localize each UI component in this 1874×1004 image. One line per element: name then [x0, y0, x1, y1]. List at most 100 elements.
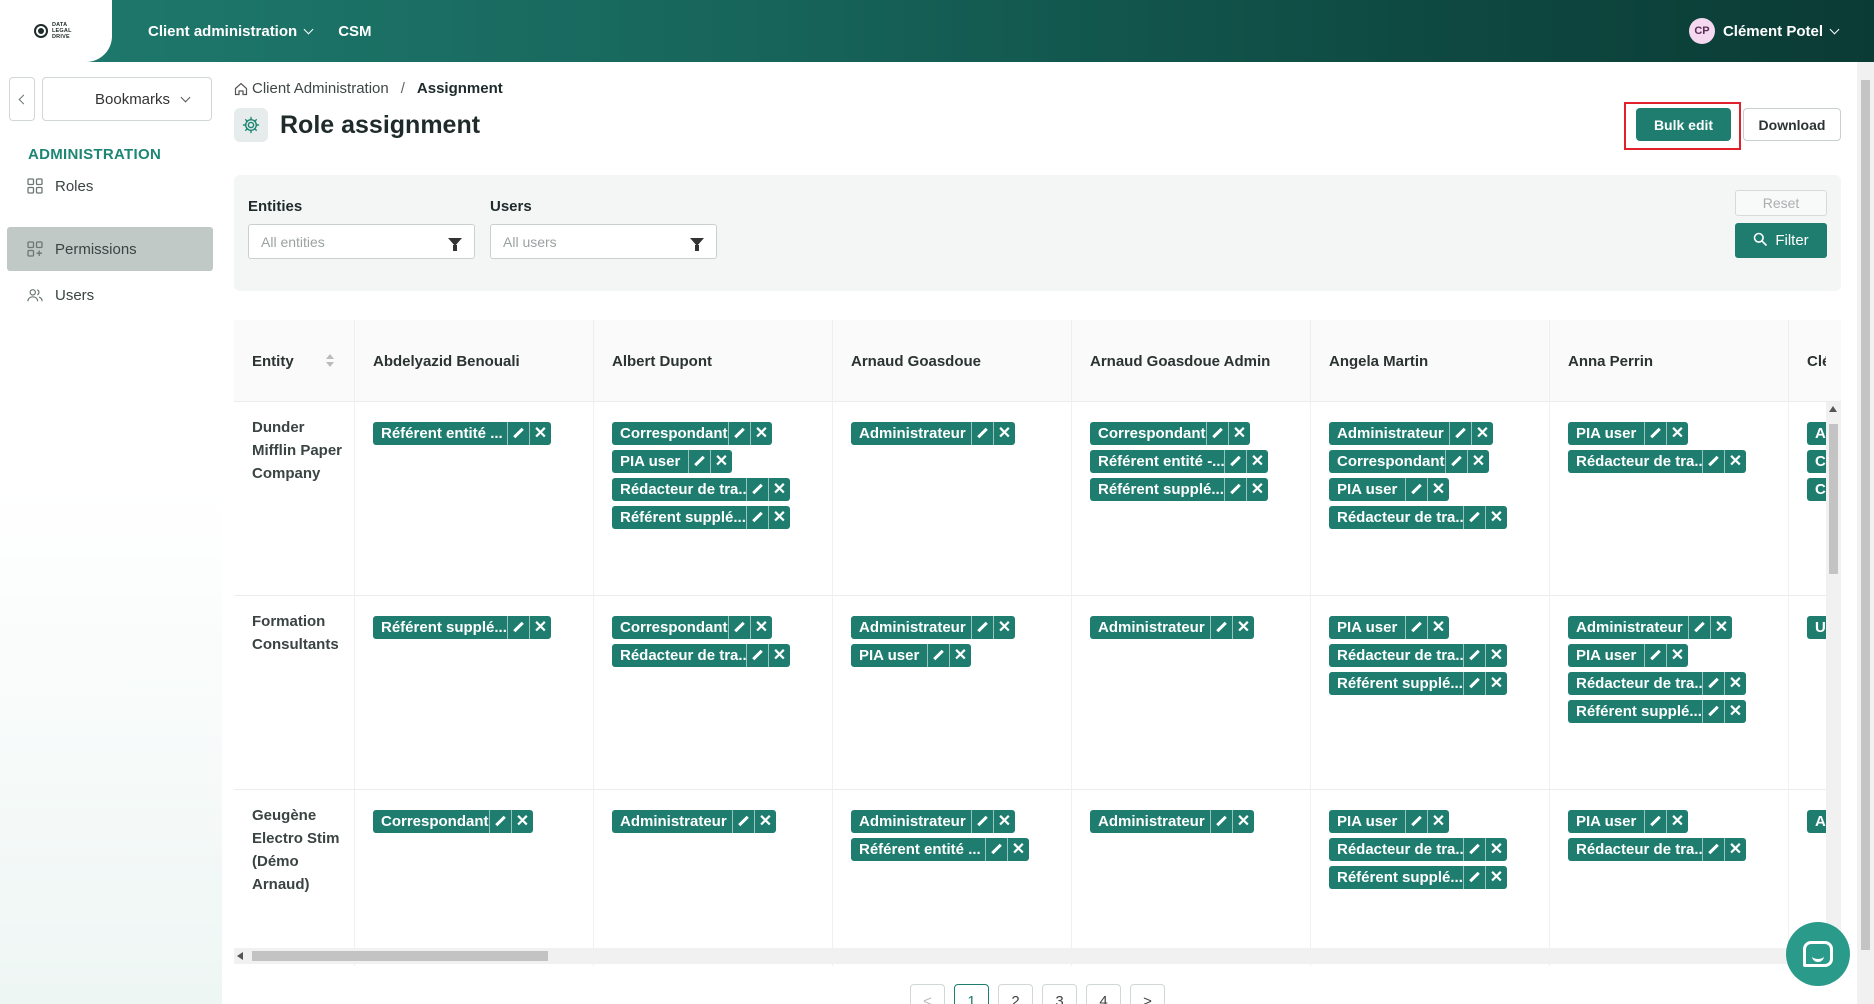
- remove-role-button[interactable]: ✕: [768, 506, 790, 529]
- edit-role-button[interactable]: [1702, 450, 1724, 473]
- pagination-page[interactable]: 1: [954, 984, 989, 1004]
- logo[interactable]: DATA LEGAL DRIVE: [0, 0, 112, 62]
- remove-role-button[interactable]: ✕: [710, 450, 732, 473]
- page-vertical-scrollbar[interactable]: [1857, 62, 1874, 1004]
- edit-role-button[interactable]: [1224, 478, 1246, 501]
- remove-role-button[interactable]: ✕: [1232, 810, 1254, 833]
- edit-role-button[interactable]: [688, 450, 710, 473]
- nav-client-administration[interactable]: Client administration: [148, 23, 314, 40]
- reset-button[interactable]: Reset: [1735, 190, 1827, 216]
- edit-role-button[interactable]: [1688, 616, 1710, 639]
- edit-role-button[interactable]: [1644, 644, 1666, 667]
- edit-role-button[interactable]: [728, 616, 750, 639]
- remove-role-button[interactable]: ✕: [768, 478, 790, 501]
- remove-role-button[interactable]: ✕: [1485, 644, 1507, 667]
- pagination-page[interactable]: 2: [998, 984, 1033, 1004]
- remove-role-button[interactable]: ✕: [1666, 810, 1688, 833]
- edit-role-button[interactable]: [507, 422, 529, 445]
- edit-role-button[interactable]: [971, 810, 993, 833]
- edit-role-button[interactable]: [1210, 810, 1232, 833]
- edit-role-button[interactable]: [1644, 810, 1666, 833]
- remove-role-button[interactable]: ✕: [1467, 450, 1489, 473]
- download-button[interactable]: Download: [1743, 108, 1841, 141]
- remove-role-button[interactable]: ✕: [1485, 866, 1507, 889]
- edit-role-button[interactable]: [1463, 866, 1485, 889]
- filter-button[interactable]: Filter: [1735, 223, 1827, 258]
- edit-role-button[interactable]: [927, 644, 949, 667]
- pagination-prev[interactable]: <: [910, 984, 945, 1004]
- remove-role-button[interactable]: ✕: [1228, 422, 1250, 445]
- remove-role-button[interactable]: ✕: [1232, 616, 1254, 639]
- sort-icon[interactable]: [326, 354, 334, 368]
- edit-role-button[interactable]: [971, 422, 993, 445]
- scrollbar-thumb[interactable]: [1861, 80, 1870, 950]
- edit-role-button[interactable]: [1210, 616, 1232, 639]
- remove-role-button[interactable]: ✕: [1666, 644, 1688, 667]
- remove-role-button[interactable]: ✕: [768, 644, 790, 667]
- table-vertical-scrollbar[interactable]: [1826, 402, 1841, 955]
- remove-role-button[interactable]: ✕: [511, 810, 533, 833]
- user-menu[interactable]: CP Clément Potel: [1688, 0, 1840, 62]
- edit-role-button[interactable]: [1405, 810, 1427, 833]
- remove-role-button[interactable]: ✕: [529, 422, 551, 445]
- remove-role-button[interactable]: ✕: [1471, 422, 1493, 445]
- bulk-edit-button[interactable]: Bulk edit: [1636, 108, 1731, 141]
- entities-filter-select[interactable]: All entities: [248, 224, 475, 259]
- remove-role-button[interactable]: ✕: [750, 422, 772, 445]
- nav-csm[interactable]: CSM: [338, 23, 371, 40]
- chat-support-button[interactable]: [1786, 922, 1850, 986]
- breadcrumb-home-link[interactable]: Client Administration: [252, 80, 389, 97]
- remove-role-button[interactable]: ✕: [993, 810, 1015, 833]
- remove-role-button[interactable]: ✕: [1724, 672, 1746, 695]
- edit-role-button[interactable]: [1702, 672, 1724, 695]
- edit-role-button[interactable]: [1463, 672, 1485, 695]
- edit-role-button[interactable]: [1644, 422, 1666, 445]
- pagination-next[interactable]: >: [1130, 984, 1165, 1004]
- edit-role-button[interactable]: [1405, 616, 1427, 639]
- table-horizontal-scrollbar[interactable]: [234, 948, 1826, 964]
- remove-role-button[interactable]: ✕: [1724, 838, 1746, 861]
- edit-role-button[interactable]: [1463, 838, 1485, 861]
- sidebar-collapse-button[interactable]: [9, 77, 35, 121]
- edit-role-button[interactable]: [1702, 700, 1724, 723]
- edit-role-button[interactable]: [507, 616, 529, 639]
- remove-role-button[interactable]: ✕: [1246, 450, 1268, 473]
- scrollbar-thumb[interactable]: [1829, 424, 1838, 574]
- pagination-page[interactable]: 4: [1086, 984, 1121, 1004]
- remove-role-button[interactable]: ✕: [1427, 616, 1449, 639]
- sidebar-item-roles[interactable]: Roles: [7, 164, 213, 208]
- scrollbar-thumb[interactable]: [252, 951, 548, 961]
- edit-role-button[interactable]: [746, 506, 768, 529]
- edit-role-button[interactable]: [1224, 450, 1246, 473]
- scroll-left-icon[interactable]: [237, 952, 243, 960]
- edit-role-button[interactable]: [732, 810, 754, 833]
- remove-role-button[interactable]: ✕: [1007, 838, 1029, 861]
- remove-role-button[interactable]: ✕: [750, 616, 772, 639]
- sidebar-item-users[interactable]: Users: [7, 273, 213, 317]
- remove-role-button[interactable]: ✕: [1724, 700, 1746, 723]
- remove-role-button[interactable]: ✕: [1710, 616, 1732, 639]
- remove-role-button[interactable]: ✕: [1427, 478, 1449, 501]
- remove-role-button[interactable]: ✕: [1485, 838, 1507, 861]
- remove-role-button[interactable]: ✕: [529, 616, 551, 639]
- remove-role-button[interactable]: ✕: [949, 644, 971, 667]
- remove-role-button[interactable]: ✕: [1246, 478, 1268, 501]
- edit-role-button[interactable]: [1206, 422, 1228, 445]
- remove-role-button[interactable]: ✕: [754, 810, 776, 833]
- edit-role-button[interactable]: [489, 810, 511, 833]
- edit-role-button[interactable]: [1449, 422, 1471, 445]
- edit-role-button[interactable]: [1445, 450, 1467, 473]
- edit-role-button[interactable]: [971, 616, 993, 639]
- users-filter-select[interactable]: All users: [490, 224, 717, 259]
- column-header-entity[interactable]: Entity: [234, 320, 354, 402]
- edit-role-button[interactable]: [746, 644, 768, 667]
- sidebar-item-permissions[interactable]: Permissions: [7, 227, 213, 271]
- edit-role-button[interactable]: [1405, 478, 1427, 501]
- edit-role-button[interactable]: [1463, 644, 1485, 667]
- remove-role-button[interactable]: ✕: [1485, 506, 1507, 529]
- remove-role-button[interactable]: ✕: [993, 422, 1015, 445]
- remove-role-button[interactable]: ✕: [1485, 672, 1507, 695]
- pagination-page[interactable]: 3: [1042, 984, 1077, 1004]
- scroll-up-icon[interactable]: [1829, 406, 1837, 412]
- edit-role-button[interactable]: [985, 838, 1007, 861]
